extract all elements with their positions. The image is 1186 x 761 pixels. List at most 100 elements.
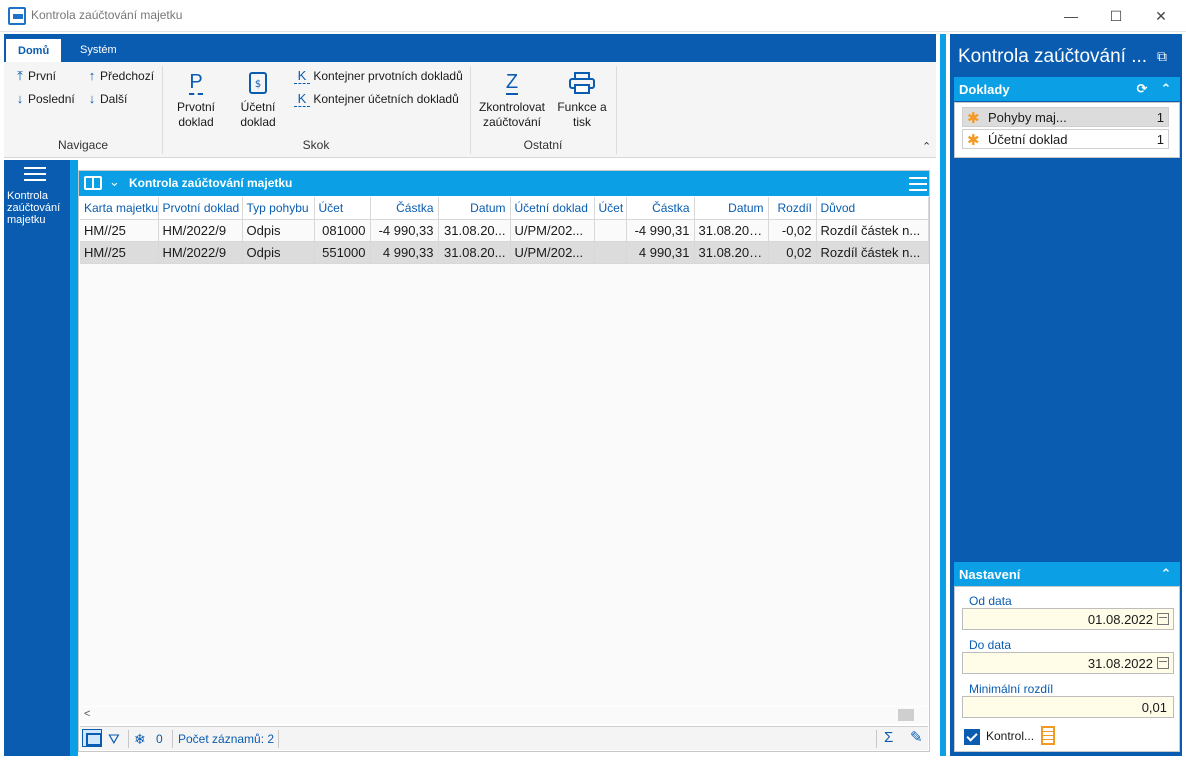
calendar-icon[interactable] bbox=[1157, 657, 1169, 669]
column-header[interactable]: Prvotní doklad bbox=[158, 197, 243, 220]
zkontrolovat-button[interactable]: Z Zkontrolovat zaúčtování bbox=[476, 66, 548, 130]
k2-logo-icon bbox=[8, 7, 26, 25]
table-cell: HM/2022/9 bbox=[158, 219, 243, 242]
table-cell: Rozdíl částek n... bbox=[816, 219, 929, 242]
right-panel-title: Kontrola zaúčtování ... bbox=[958, 46, 1148, 67]
table-cell: 31.08.2022 bbox=[694, 241, 769, 264]
kontrol-checkbox-label: Kontrol... bbox=[986, 729, 1035, 743]
column-header[interactable]: Datum bbox=[694, 197, 769, 220]
table-cell: -4 990,31 bbox=[626, 219, 695, 242]
arrow-down-icon: ↓ bbox=[88, 91, 96, 106]
od-data-label: Od data bbox=[969, 594, 1012, 608]
printer-icon bbox=[554, 66, 610, 100]
table-cell: Odpis bbox=[242, 241, 315, 264]
column-header[interactable]: Účet bbox=[314, 197, 371, 220]
funkce-tisk-button[interactable]: Funkce a tisk bbox=[554, 66, 610, 130]
calendar-icon[interactable] bbox=[1157, 613, 1169, 625]
svg-text:$: $ bbox=[255, 79, 261, 90]
asterisk-icon: ✱ bbox=[967, 132, 980, 149]
chevron-up-icon[interactable]: ⌃ bbox=[1156, 79, 1176, 99]
edit-icon[interactable]: ✎ bbox=[910, 730, 923, 746]
next-button[interactable]: ↓ Další bbox=[84, 89, 128, 109]
do-data-label: Do data bbox=[969, 638, 1012, 652]
column-header[interactable]: Rozdíl bbox=[768, 197, 817, 220]
previous-button[interactable]: ↑ Předchozí bbox=[84, 66, 154, 86]
column-header[interactable]: Částka bbox=[626, 197, 695, 220]
od-data-field[interactable]: 01.08.2022 bbox=[962, 608, 1174, 630]
scroll-left-icon[interactable]: < bbox=[84, 708, 90, 720]
group-label-navigace: Navigace bbox=[57, 138, 109, 152]
kontejner-prvotnich-button[interactable]: K Kontejner prvotních dokladů bbox=[294, 66, 463, 86]
table-cell bbox=[594, 219, 627, 242]
column-header[interactable]: Účetní doklad bbox=[510, 197, 595, 220]
last-button[interactable]: ↓ Poslední bbox=[12, 89, 75, 109]
group-label-ostatni: Ostatní bbox=[523, 138, 563, 152]
snowflake-icon[interactable]: ❄ bbox=[134, 731, 146, 747]
column-header[interactable]: Částka bbox=[370, 197, 439, 220]
menu-icon[interactable] bbox=[909, 177, 927, 191]
ucetni-doklad-button[interactable]: $ Účetní doklad bbox=[232, 66, 284, 130]
close-button[interactable]: ✕ bbox=[1141, 4, 1181, 28]
status-separator bbox=[128, 730, 129, 748]
sigma-icon[interactable]: Σ bbox=[884, 730, 893, 746]
record-count: Počet záznamů: 2 bbox=[178, 732, 275, 746]
data-grid: Karta majetku Prvotní doklad Typ pohybu Úče… bbox=[80, 197, 929, 264]
do-data-field[interactable]: 31.08.2022 bbox=[962, 652, 1174, 674]
hamburger-menu-icon[interactable] bbox=[24, 167, 46, 181]
right-panel: Kontrola zaúčtování ... ⧉ Doklady ⟳ ⌃ ✱ … bbox=[950, 34, 1182, 756]
book-icon[interactable] bbox=[84, 176, 102, 190]
kontejner-ucetnich-button[interactable]: K Kontejner účetních dokladů bbox=[294, 89, 459, 109]
main-panel: ⌄ Kontrola zaúčtování majetku Karta maje… bbox=[78, 170, 930, 752]
list-item[interactable]: ✱ Pohyby maj... 1 bbox=[962, 107, 1169, 127]
table-cell: 31.08.20... bbox=[438, 219, 511, 242]
arrow-down-icon: ↓ bbox=[16, 91, 24, 106]
arrow-to-top-icon: ⤒ bbox=[17, 68, 23, 83]
first-button[interactable]: ⤒ První bbox=[12, 66, 56, 86]
table-cell: Rozdíl částek n... bbox=[816, 241, 929, 264]
calculator-icon[interactable] bbox=[1041, 726, 1055, 745]
prvotni-doklad-button[interactable]: P Prvotní doklad bbox=[172, 66, 220, 130]
column-header[interactable]: Důvod bbox=[816, 197, 929, 220]
table-cell: 081000 bbox=[314, 219, 371, 242]
chevron-down-icon[interactable]: ⌄ bbox=[109, 174, 120, 190]
table-row[interactable]: HM//25 HM/2022/9 Odpis 551000 4 990,33 31.08.… bbox=[80, 241, 929, 264]
min-rozdil-field[interactable]: 0,01 bbox=[962, 696, 1174, 718]
ribbon-tabs: Domů Systém bbox=[4, 34, 936, 62]
nav-item-kontrola[interactable]: Kontrola zaúčtování majetku bbox=[7, 190, 67, 226]
table-cell: 551000 bbox=[314, 241, 371, 264]
scroll-thumb[interactable] bbox=[898, 709, 914, 721]
list-item[interactable]: ✱ Účetní doklad 1 bbox=[962, 129, 1169, 149]
horizontal-scrollbar[interactable]: < bbox=[80, 707, 928, 724]
prvotni-doklad-icon: P bbox=[189, 71, 203, 95]
table-cell: -4 990,33 bbox=[370, 219, 439, 242]
panel-splitter[interactable] bbox=[940, 34, 946, 756]
status-separator bbox=[278, 730, 279, 748]
column-header[interactable]: Účet bbox=[594, 197, 627, 220]
doklady-list: ✱ Pohyby maj... 1 ✱ Účetní doklad 1 bbox=[954, 102, 1180, 158]
table-cell: 4 990,33 bbox=[370, 241, 439, 264]
tab-system[interactable]: Systém bbox=[68, 38, 129, 62]
table-cell: HM//25 bbox=[80, 219, 159, 242]
tab-domu[interactable]: Domů bbox=[6, 38, 62, 62]
ribbon-separator bbox=[616, 66, 617, 154]
filter-icon[interactable]: ⛛ bbox=[108, 731, 120, 747]
maximize-button[interactable]: ☐ bbox=[1096, 4, 1136, 28]
asterisk-icon: ✱ bbox=[967, 110, 980, 127]
status-separator bbox=[172, 730, 173, 748]
kontejner-icon: K bbox=[294, 69, 310, 84]
table-cell: -0,02 bbox=[768, 219, 817, 242]
table-row[interactable]: HM//25 HM/2022/9 Odpis 081000 -4 990,33 31.08… bbox=[80, 219, 929, 242]
min-rozdil-label: Minimální rozdíl bbox=[969, 682, 1054, 696]
refresh-icon[interactable]: ⟳ bbox=[1132, 79, 1152, 99]
column-header[interactable]: Datum bbox=[438, 197, 511, 220]
chevron-up-icon[interactable]: ⌃ bbox=[1156, 564, 1176, 584]
left-nav: Kontrola zaúčtování majetku bbox=[4, 160, 70, 756]
book-icon[interactable] bbox=[82, 729, 102, 747]
kontrol-checkbox[interactable] bbox=[964, 729, 980, 745]
popout-icon[interactable]: ⧉ bbox=[1157, 48, 1167, 65]
panel-header: ⌄ Kontrola zaúčtování majetku bbox=[79, 171, 929, 196]
minimize-button[interactable]: — bbox=[1051, 4, 1091, 28]
collapse-ribbon-icon[interactable]: ⌃ bbox=[922, 140, 931, 153]
column-header[interactable]: Typ pohybu bbox=[242, 197, 315, 220]
column-header[interactable]: Karta majetku bbox=[80, 197, 159, 220]
